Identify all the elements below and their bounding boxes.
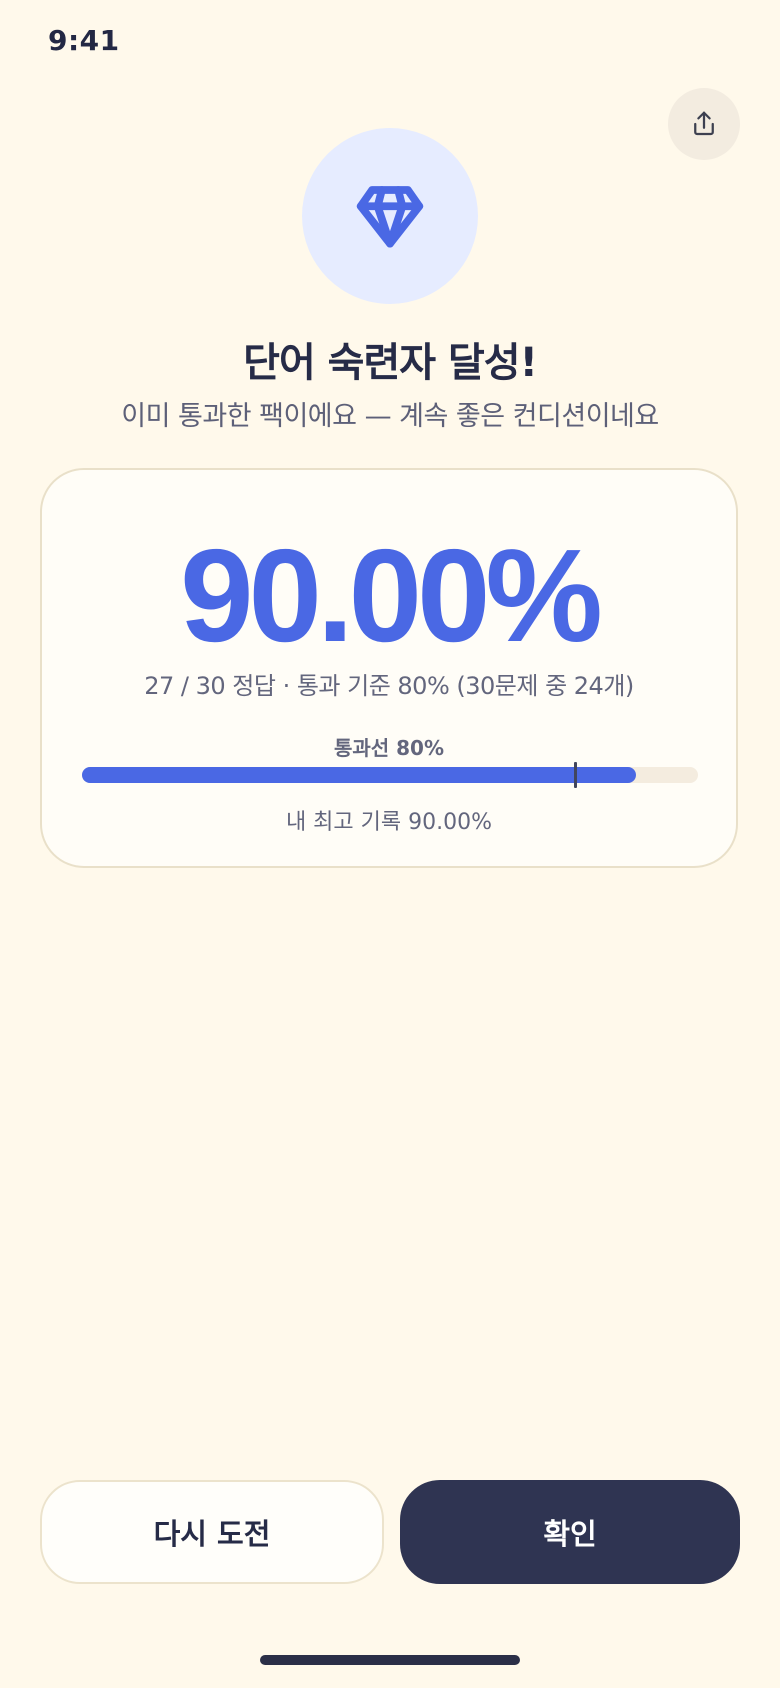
score-percentage: 90.00% bbox=[180, 522, 603, 669]
diamond-icon bbox=[356, 186, 424, 248]
share-button[interactable] bbox=[668, 88, 740, 160]
retry-button[interactable]: 다시 도전 bbox=[40, 1480, 384, 1584]
progress-fill bbox=[82, 767, 637, 783]
status-bar-time: 9:41 bbox=[48, 24, 120, 57]
home-indicator bbox=[260, 1655, 520, 1665]
confirm-button[interactable]: 확인 bbox=[400, 1480, 740, 1584]
achievement-badge bbox=[302, 128, 478, 304]
pass-line-marker bbox=[573, 762, 577, 788]
progress-track bbox=[82, 762, 698, 788]
result-card: 90.00% 27 / 30 정답 · 통과 기준 80% (30문제 중 24… bbox=[40, 468, 738, 868]
share-icon bbox=[694, 111, 714, 136]
achievement-subtitle: 이미 통과한 팩이에요 — 계속 좋은 컨디션이네요 bbox=[121, 401, 659, 432]
achievement-title: 단어 숙련자 달성! bbox=[243, 340, 538, 386]
score-detail: 27 / 30 정답 · 통과 기준 80% (30문제 중 24개) bbox=[144, 672, 634, 700]
pass-line-label: 통과선 80% bbox=[333, 736, 445, 760]
best-record: 내 최고 기록 90.00% bbox=[285, 810, 493, 835]
